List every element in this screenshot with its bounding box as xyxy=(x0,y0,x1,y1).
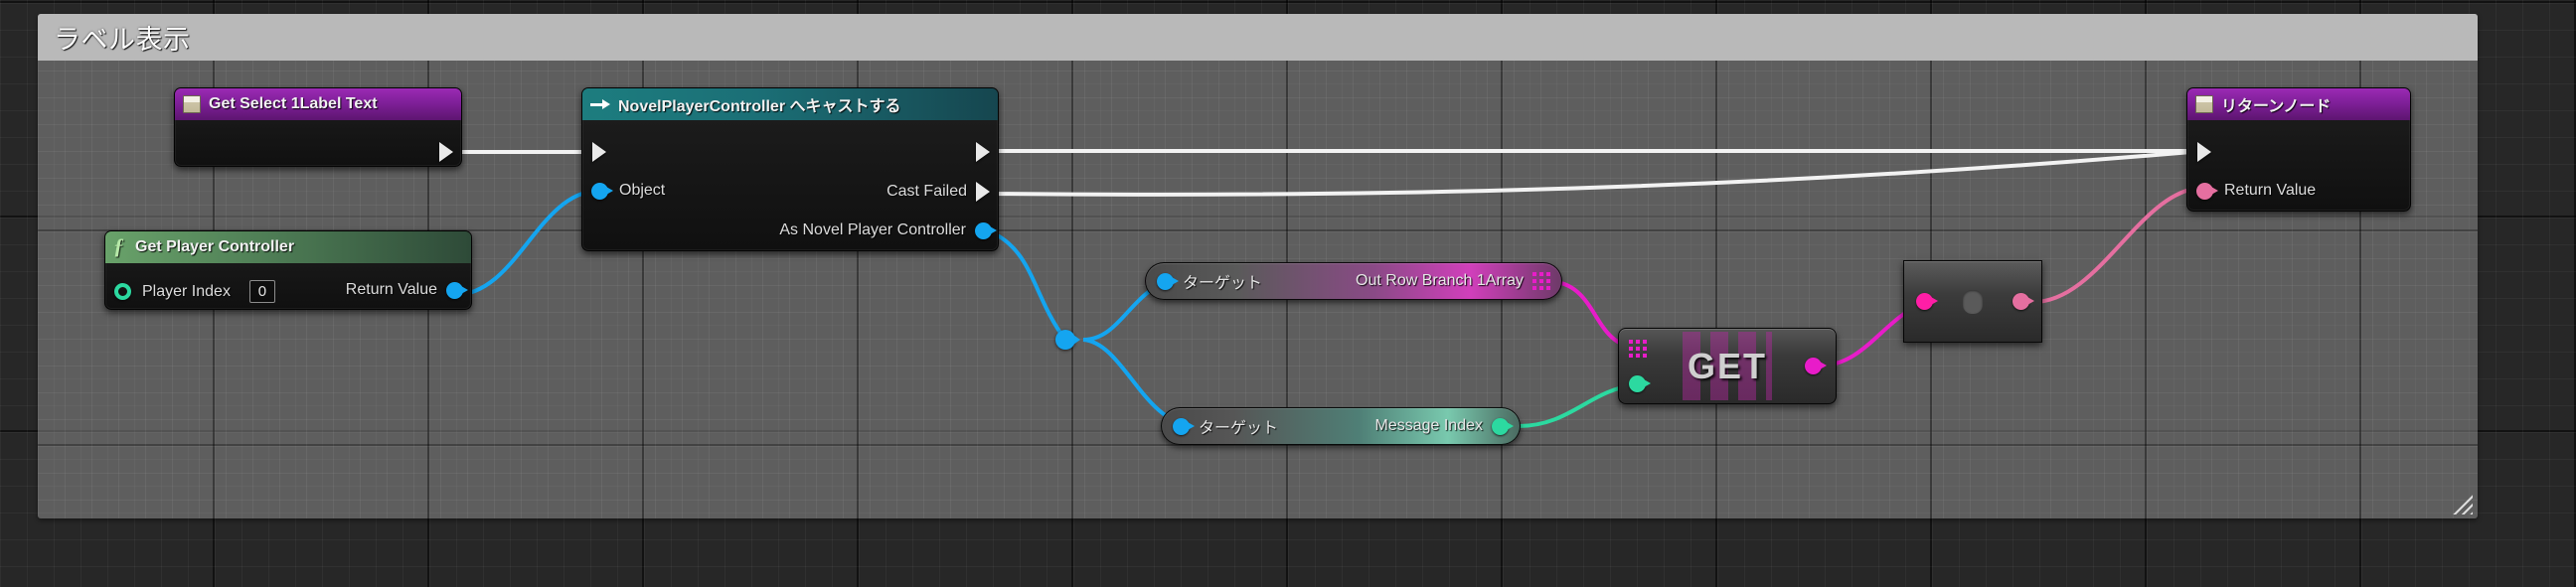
node-title: リターンノード xyxy=(2221,98,2332,115)
node-target-message-index[interactable]: ターゲット Message Index xyxy=(1161,407,1521,445)
comment-box-header[interactable]: ラベル表示 xyxy=(38,14,2478,61)
collapsed-input-pin[interactable] xyxy=(1916,293,1938,310)
array-output-pin[interactable] xyxy=(1532,272,1550,290)
return-value-pin[interactable] xyxy=(2196,182,2218,200)
return-value-pin[interactable] xyxy=(446,281,468,299)
message-index-output-pin[interactable] xyxy=(1492,417,1514,435)
function-icon: ƒ xyxy=(113,232,124,258)
object-input-pin[interactable] xyxy=(591,182,613,200)
as-novel-player-controller-label: As Novel Player Controller xyxy=(779,221,966,238)
array-input-pin[interactable] xyxy=(1629,340,1647,358)
index-input-pin[interactable] xyxy=(1629,375,1651,392)
node-cast-to-novelplayercontroller[interactable]: NovelPlayerController へキャストする Object Cas… xyxy=(581,87,999,251)
node-title: NovelPlayerController へキャストする xyxy=(618,98,901,115)
node-header[interactable]: ƒ Get Player Controller xyxy=(105,231,471,263)
element-output-pin[interactable] xyxy=(1805,358,1827,374)
target-input-label: ターゲット xyxy=(1199,420,1279,437)
node-get-array-element[interactable]: GET xyxy=(1618,328,1837,404)
return-value-label: Return Value xyxy=(345,281,437,298)
cast-failed-pin-row[interactable]: Cast Failed xyxy=(886,182,990,202)
player-index-input[interactable]: 0 xyxy=(248,280,275,303)
exec-out-pin[interactable] xyxy=(976,142,990,162)
node-collapsed-compact[interactable] xyxy=(1903,260,2042,343)
return-value-label: Return Value xyxy=(2224,182,2317,199)
object-input-label: Object xyxy=(619,182,666,199)
resize-handle-icon[interactable] xyxy=(2451,493,2473,514)
target-input-pin[interactable] xyxy=(1157,272,1179,290)
cast-failed-exec-pin[interactable] xyxy=(976,182,990,202)
player-index-pin[interactable] xyxy=(114,283,131,300)
player-index-pin-row[interactable]: Player Index 0 xyxy=(114,280,275,303)
cast-icon xyxy=(590,97,610,111)
node-header[interactable]: リターンノード xyxy=(2187,88,2410,120)
exec-out-pin-row[interactable] xyxy=(976,142,990,162)
object-input-pin-row[interactable]: Object xyxy=(591,182,665,200)
exec-in-pin[interactable] xyxy=(2197,142,2211,162)
exec-in-pin[interactable] xyxy=(592,142,606,162)
node-header[interactable]: NovelPlayerController へキャストする xyxy=(582,88,998,120)
as-novel-player-controller-pin[interactable] xyxy=(975,221,997,239)
node-target-out-row-branch-1array[interactable]: ターゲット Out Row Branch 1Array xyxy=(1145,262,1562,300)
get-node-title: GET xyxy=(1687,345,1767,386)
node-get-player-controller[interactable]: ƒ Get Player Controller Player Index 0 R… xyxy=(104,230,472,310)
return-value-pin-row[interactable]: Return Value xyxy=(2196,182,2316,200)
comment-box-title: ラベル表示 xyxy=(54,25,191,55)
return-value-pin-row[interactable]: Return Value xyxy=(345,281,468,299)
message-index-label: Message Index xyxy=(1374,417,1483,434)
exec-in-pin-row[interactable] xyxy=(592,142,606,162)
node-title: Get Player Controller xyxy=(135,238,295,255)
as-novel-player-controller-pin-row[interactable]: As Novel Player Controller xyxy=(779,221,997,239)
variable-icon xyxy=(183,95,201,113)
exec-out-pin[interactable] xyxy=(439,142,453,162)
player-index-label: Player Index xyxy=(142,282,231,300)
blueprint-graph-canvas[interactable]: ラベル表示 Get Select 1Label Text NovelPlayer… xyxy=(0,0,2576,587)
node-title: Get Select 1Label Text xyxy=(209,95,378,112)
exec-in-pin-row[interactable] xyxy=(2197,142,2211,162)
exec-out-pin-row[interactable] xyxy=(439,142,453,162)
collapsed-output-pin[interactable] xyxy=(2012,293,2034,310)
node-return[interactable]: リターンノード Return Value xyxy=(2186,87,2411,212)
reroute-knot-node[interactable] xyxy=(1055,330,1080,350)
collapsed-body-glyph xyxy=(1963,289,1983,314)
target-input-pin[interactable] xyxy=(1173,417,1195,435)
cast-failed-label: Cast Failed xyxy=(886,183,967,200)
node-header[interactable]: Get Select 1Label Text xyxy=(175,88,461,120)
target-input-label: ターゲット xyxy=(1183,275,1263,292)
node-get-select-1label-text[interactable]: Get Select 1Label Text xyxy=(174,87,462,167)
out-row-branch-label: Out Row Branch 1Array xyxy=(1356,272,1524,289)
variable-icon xyxy=(2195,95,2213,113)
